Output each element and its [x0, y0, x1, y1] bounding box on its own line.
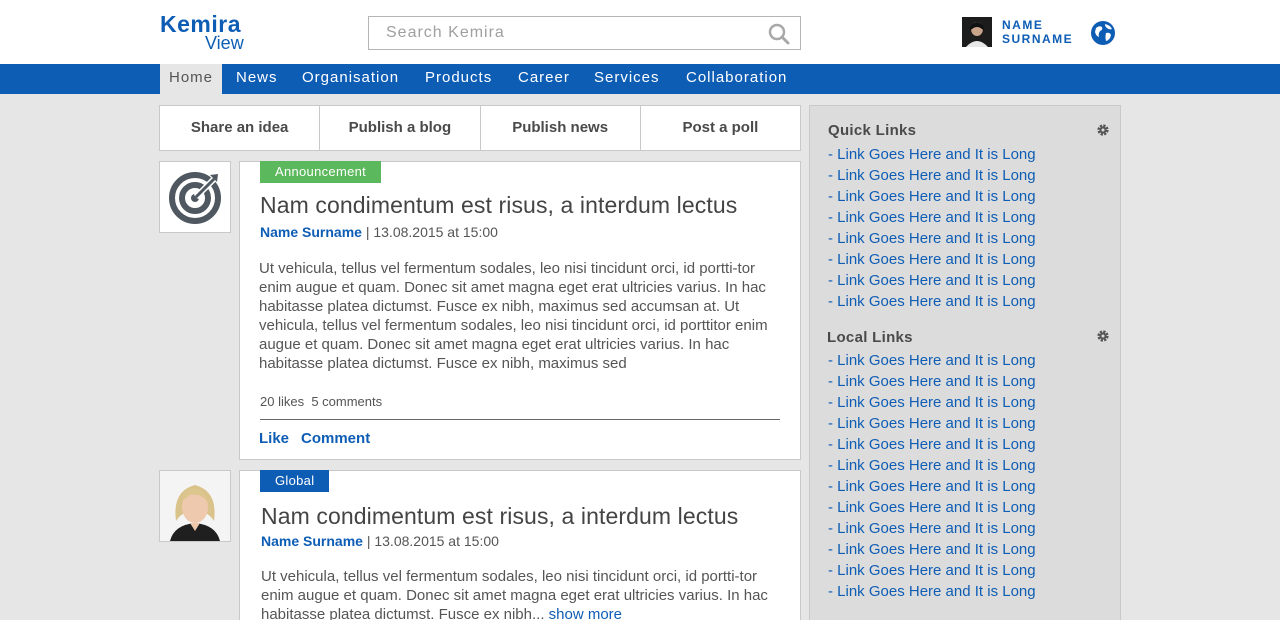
post-body: Ut vehicula, tellus vel fermentum sodale… — [261, 567, 781, 620]
like-link[interactable]: Like — [259, 430, 289, 447]
announcement-badge: Announcement — [260, 161, 382, 183]
post-date: | 13.08.2015 at 15:00 — [361, 224, 498, 240]
local-links-list: - Link Goes Here and It is Long - Link G… — [828, 350, 1036, 602]
author-photo — [160, 471, 230, 541]
quick-link[interactable]: - Link Goes Here and It is Long — [828, 186, 1036, 207]
gear-icon[interactable] — [1096, 123, 1110, 137]
post-title[interactable]: Nam condimentum est risus, a interdum le… — [260, 192, 737, 219]
comments-count: 5 comments — [311, 394, 383, 409]
share-idea-button[interactable]: Share an idea — [160, 106, 321, 150]
comment-link[interactable]: Comment — [301, 430, 370, 447]
local-link[interactable]: - Link Goes Here and It is Long — [828, 413, 1036, 434]
local-link[interactable]: - Link Goes Here and It is Long — [828, 392, 1036, 413]
likes-count: 20 likes — [260, 394, 305, 409]
sidebar: Quick Links - Link Goes Here and It is L… — [809, 105, 1121, 620]
action-bar: Share an idea Publish a blog Publish new… — [159, 105, 801, 151]
nav-products[interactable]: Products — [425, 64, 492, 94]
local-link[interactable]: - Link Goes Here and It is Long — [828, 350, 1036, 371]
user-photo — [962, 17, 992, 47]
logo-subtitle: View — [205, 33, 244, 53]
header: Kemira View NAME SURNAME — [0, 0, 1280, 64]
post-body-text: Ut vehicula, tellus vel fermentum sodale… — [261, 568, 768, 620]
local-link[interactable]: - Link Goes Here and It is Long — [828, 371, 1036, 392]
nav-career[interactable]: Career — [518, 64, 570, 94]
gear-icon[interactable] — [1096, 329, 1110, 343]
local-link[interactable]: - Link Goes Here and It is Long — [828, 434, 1036, 455]
show-more-link[interactable]: show more — [549, 606, 622, 620]
post-date: | 13.08.2015 at 15:00 — [362, 533, 499, 549]
post-avatar — [159, 470, 231, 542]
local-link[interactable]: - Link Goes Here and It is Long — [828, 560, 1036, 581]
quick-links-title: Quick Links — [828, 122, 917, 139]
post-author-link[interactable]: Name Surname — [261, 533, 363, 549]
local-link[interactable]: - Link Goes Here and It is Long — [828, 539, 1036, 560]
quick-link[interactable]: - Link Goes Here and It is Long — [828, 249, 1036, 270]
post-meta: Name Surname | 13.08.2015 at 15:00 — [260, 224, 498, 240]
local-links-title: Local Links — [827, 329, 913, 346]
user-first-name: NAME — [1002, 18, 1044, 32]
post-meta: Name Surname | 13.08.2015 at 15:00 — [261, 533, 499, 549]
nav-organisation[interactable]: Organisation — [302, 64, 399, 94]
quick-link[interactable]: - Link Goes Here and It is Long — [828, 165, 1036, 186]
post-card: Global Nam condimentum est risus, a inte… — [239, 470, 801, 620]
post-author-link[interactable]: Name Surname — [260, 224, 362, 240]
local-link[interactable]: - Link Goes Here and It is Long — [828, 455, 1036, 476]
post-avatar — [159, 161, 231, 233]
post-stats: 20 likes 5 comments — [260, 394, 382, 409]
post-card: Announcement Nam condimentum est risus, … — [239, 161, 801, 460]
post-title[interactable]: Nam condimentum est risus, a interdum le… — [261, 503, 738, 530]
quick-link[interactable]: - Link Goes Here and It is Long — [828, 291, 1036, 312]
post-actions: Like Comment — [259, 430, 382, 447]
search-icon[interactable] — [768, 23, 790, 45]
quick-link[interactable]: - Link Goes Here and It is Long — [828, 270, 1036, 291]
user-name[interactable]: NAME SURNAME — [1002, 18, 1073, 46]
main-nav: Home News Organisation Products Career S… — [0, 64, 1280, 94]
local-link[interactable]: - Link Goes Here and It is Long — [828, 476, 1036, 497]
quick-links-list: - Link Goes Here and It is Long - Link G… — [828, 144, 1036, 312]
kemira-view-logo[interactable]: Kemira View — [160, 11, 250, 53]
post-poll-button[interactable]: Post a poll — [641, 106, 800, 150]
local-link[interactable]: - Link Goes Here and It is Long — [828, 497, 1036, 518]
nav-news[interactable]: News — [236, 64, 278, 94]
search-input[interactable] — [369, 17, 759, 49]
globe-icon[interactable] — [1090, 20, 1116, 46]
user-avatar[interactable] — [962, 17, 992, 47]
quick-link[interactable]: - Link Goes Here and It is Long — [828, 228, 1036, 249]
global-badge: Global — [260, 470, 330, 492]
nav-collaboration[interactable]: Collaboration — [686, 64, 787, 94]
publish-blog-button[interactable]: Publish a blog — [320, 106, 481, 150]
user-last-name: SURNAME — [1002, 32, 1074, 46]
target-icon — [169, 172, 221, 224]
quick-link[interactable]: - Link Goes Here and It is Long — [828, 144, 1036, 165]
quick-link[interactable]: - Link Goes Here and It is Long — [828, 207, 1036, 228]
nav-services[interactable]: Services — [594, 64, 660, 94]
post-divider — [260, 419, 780, 420]
local-link[interactable]: - Link Goes Here and It is Long — [828, 581, 1036, 602]
post-body: Ut vehicula, tellus vel fermentum sodale… — [259, 260, 768, 372]
nav-home[interactable]: Home — [160, 64, 223, 94]
local-link[interactable]: - Link Goes Here and It is Long — [828, 518, 1036, 539]
search-box — [368, 16, 801, 50]
publish-news-button[interactable]: Publish news — [481, 106, 641, 150]
